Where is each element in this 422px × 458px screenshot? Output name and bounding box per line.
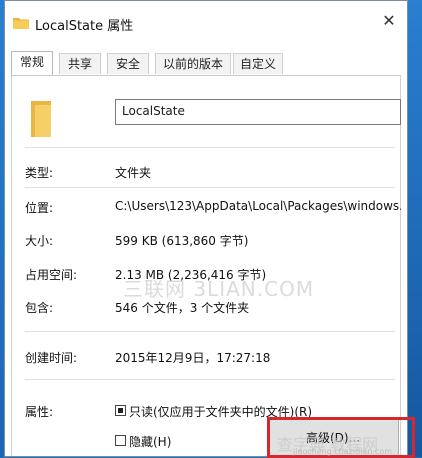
location-label: 位置: bbox=[25, 201, 54, 215]
watermark-corner-url: jiaocheng.chazidian.com bbox=[293, 447, 393, 456]
tab-security[interactable]: 安全 bbox=[107, 53, 149, 74]
location-value: C:\Users\123\AppData\Local\Packages\wind… bbox=[115, 199, 401, 213]
tab-sharing[interactable]: 共享 bbox=[59, 53, 101, 74]
folder-name-field[interactable]: LocalState bbox=[115, 99, 401, 125]
divider bbox=[25, 147, 395, 148]
size-on-disk-label: 占用空间: bbox=[25, 268, 78, 282]
tab-general[interactable]: 常规 bbox=[11, 51, 53, 75]
attributes-label: 属性: bbox=[25, 405, 54, 419]
type-label: 类型: bbox=[25, 166, 54, 180]
desktop-background-right bbox=[408, 0, 422, 457]
hidden-checkbox[interactable] bbox=[115, 435, 126, 446]
type-value: 文件夹 bbox=[115, 166, 152, 180]
readonly-checkbox[interactable] bbox=[115, 405, 126, 416]
tab-strip-divider bbox=[11, 75, 401, 76]
watermark-center: 三联网 3LIAN.COM bbox=[123, 277, 315, 301]
size-value: 599 KB (613,860 字节) bbox=[115, 234, 249, 248]
window-title: LocalState 属性 bbox=[35, 19, 134, 34]
divider bbox=[25, 187, 395, 188]
title-bar[interactable]: LocalState 属性 ✕ bbox=[5, 1, 407, 43]
close-button[interactable]: ✕ bbox=[377, 11, 401, 31]
contains-label: 包含: bbox=[25, 301, 54, 315]
tab-previous-versions[interactable]: 以前的版本 bbox=[155, 53, 231, 74]
folder-icon bbox=[13, 18, 29, 29]
created-label: 创建时间: bbox=[25, 351, 78, 365]
hidden-label[interactable]: 隐藏(H) bbox=[129, 433, 171, 450]
tab-customize[interactable]: 自定义 bbox=[233, 53, 283, 74]
divider bbox=[25, 379, 395, 380]
created-value: 2015年12月9日，17:27:18 bbox=[115, 351, 271, 365]
size-label: 大小: bbox=[25, 234, 54, 248]
properties-dialog: LocalState 属性 ✕ 常规 共享 安全 以前的版本 自定义 Local… bbox=[4, 0, 415, 458]
folder-large-icon bbox=[31, 101, 51, 137]
divider bbox=[25, 331, 395, 332]
